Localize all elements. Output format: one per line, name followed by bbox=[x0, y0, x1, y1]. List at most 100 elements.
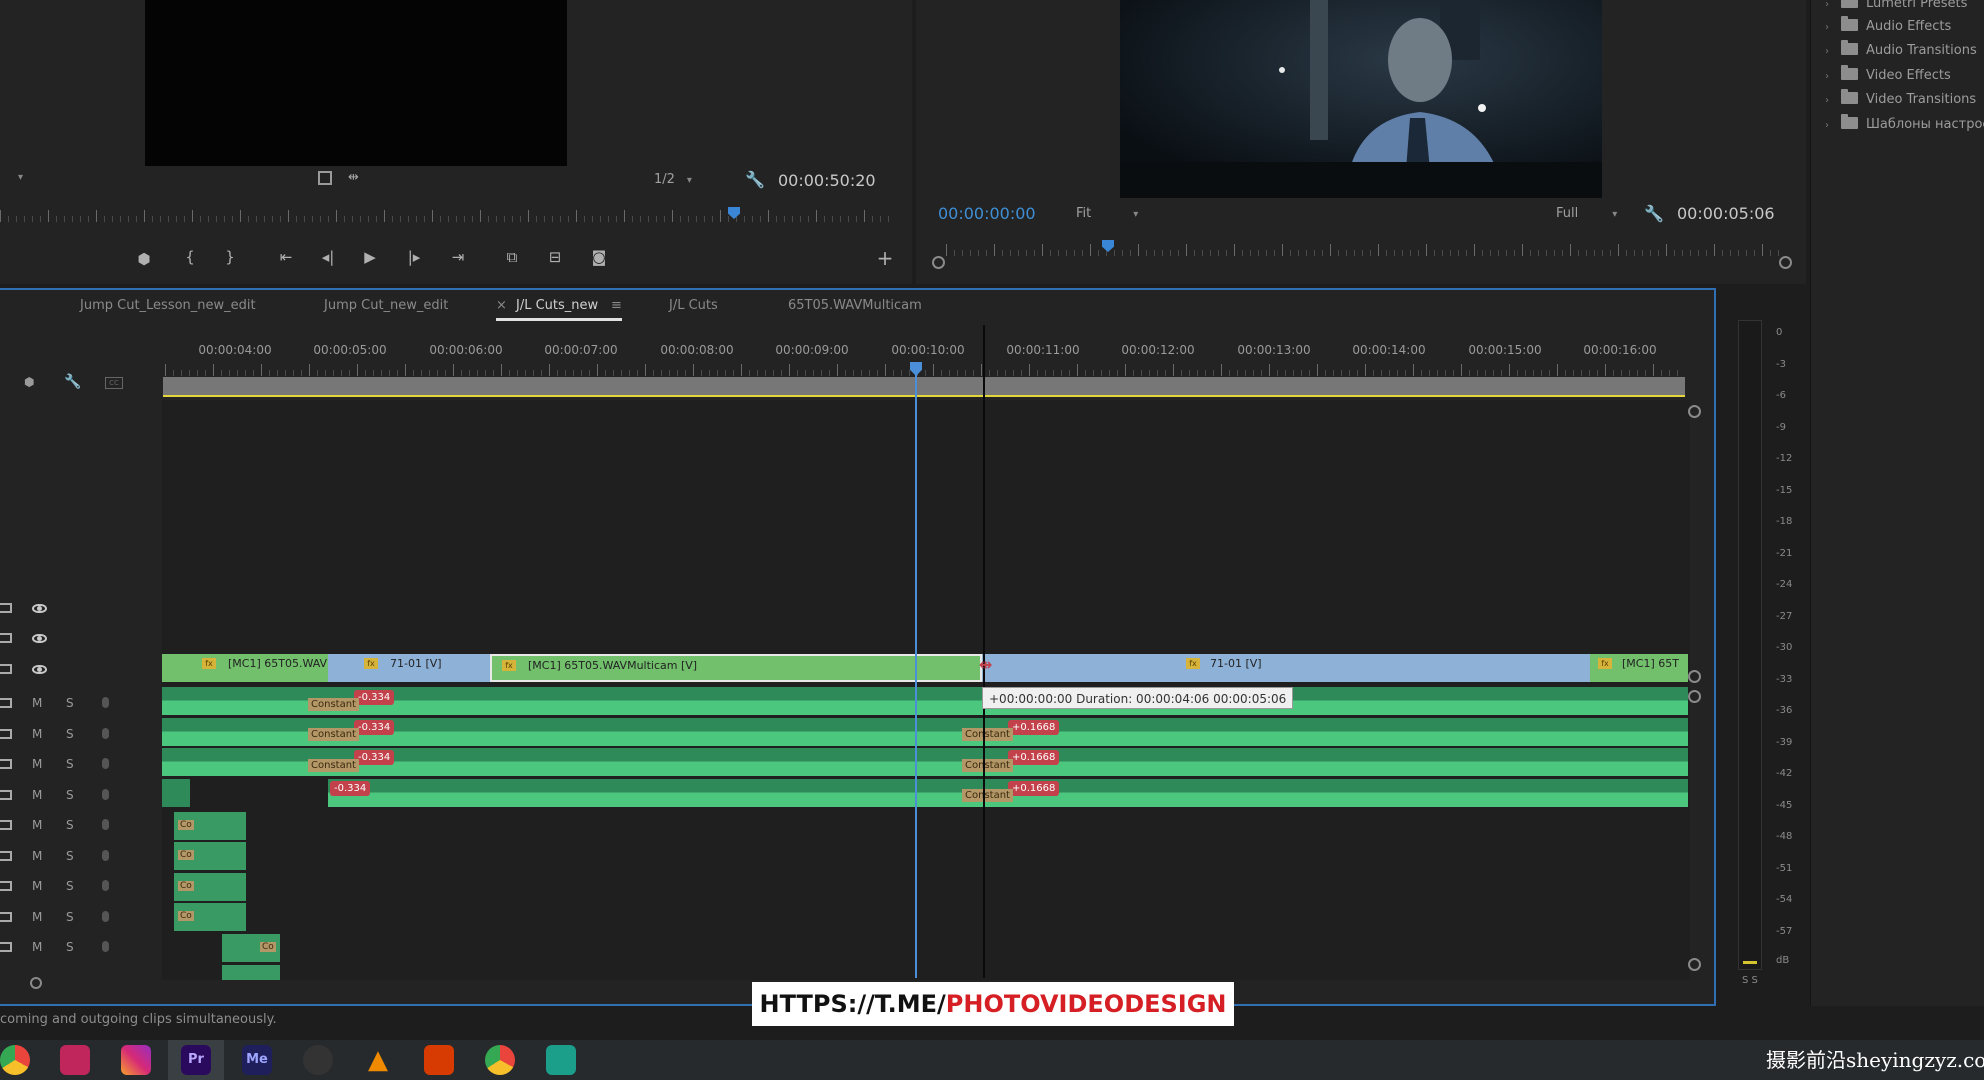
effects-item-presets-ru[interactable]: › Шаблоны настроек bbox=[1825, 114, 1984, 132]
work-area-bar[interactable] bbox=[163, 377, 1685, 395]
track-header-a4[interactable]: MS bbox=[0, 783, 162, 807]
mic-icon[interactable] bbox=[102, 819, 109, 830]
sync-lock-icon[interactable] bbox=[0, 729, 12, 739]
instagram-icon[interactable] bbox=[121, 1045, 151, 1075]
track-header-a3[interactable]: MS bbox=[0, 752, 162, 776]
mute-button[interactable]: M bbox=[32, 818, 42, 832]
speed-badge[interactable]: +0.1668 bbox=[1008, 720, 1060, 735]
effects-item-audio-transitions[interactable]: › Audio Transitions bbox=[1825, 40, 1977, 58]
timeline-playhead-line[interactable] bbox=[915, 362, 917, 978]
sync-lock-icon[interactable] bbox=[0, 912, 12, 922]
mute-button[interactable]: M bbox=[32, 940, 42, 954]
sync-lock-icon[interactable] bbox=[0, 603, 12, 613]
step-back-icon[interactable]: ◂| bbox=[316, 248, 340, 266]
tab-jl-cuts[interactable]: J/L Cuts bbox=[669, 298, 718, 313]
track-header-a5[interactable]: MS bbox=[0, 813, 162, 837]
add-marker-icon[interactable]: ⬢ bbox=[132, 250, 156, 268]
mic-icon[interactable] bbox=[102, 758, 109, 769]
track-area[interactable]: fx [MC1] 65T05.WAV fx 71-01 [V] fx [MC1] 65… bbox=[162, 400, 1690, 980]
video-clip-71-01-v-a[interactable]: fx 71-01 [V] bbox=[328, 654, 490, 682]
solo-button[interactable]: S bbox=[66, 940, 74, 954]
transition-constant-power[interactable]: Constant bbox=[962, 728, 1013, 741]
vlc-icon[interactable]: ▲ bbox=[363, 1045, 393, 1075]
speed-badge[interactable]: +0.1668 bbox=[1008, 781, 1060, 796]
tab-jump-cut-new-edit[interactable]: Jump Cut_new_edit bbox=[324, 298, 448, 313]
transition-constant-power[interactable]: Constant bbox=[962, 789, 1013, 802]
transition-constant-power[interactable]: Constant bbox=[308, 698, 359, 711]
solo-button[interactable]: S bbox=[66, 696, 74, 710]
speed-badge[interactable]: -0.334 bbox=[354, 690, 395, 705]
screen-recorder-icon[interactable] bbox=[546, 1045, 576, 1075]
add-marker-icon[interactable]: ⬢ bbox=[24, 375, 34, 389]
transition-constant-power[interactable]: Constant bbox=[962, 759, 1013, 772]
vertical-scroll-mid-handle[interactable] bbox=[1688, 670, 1701, 683]
eye-icon[interactable] bbox=[32, 665, 47, 674]
program-zoom-dropdown[interactable]: Fit ▾ bbox=[1076, 206, 1138, 221]
effects-item-audio-effects[interactable]: › Audio Effects bbox=[1825, 16, 1951, 34]
solo-button[interactable]: S bbox=[66, 727, 74, 741]
mute-button[interactable]: M bbox=[32, 910, 42, 924]
source-drag-audio-icon[interactable]: ⇹ bbox=[348, 170, 359, 185]
source-scale-dropdown[interactable]: 1/2 ▾ bbox=[654, 172, 692, 187]
sync-lock-icon[interactable] bbox=[0, 820, 12, 830]
source-dropdown-chevron[interactable]: ▾ bbox=[18, 172, 23, 183]
solo-button[interactable]: S bbox=[66, 788, 74, 802]
video-clip-71-01-v-b[interactable]: fx 71-01 [V] bbox=[982, 654, 1590, 682]
small-audio-clip[interactable]: Co bbox=[174, 812, 246, 840]
chrome-alt-icon[interactable] bbox=[485, 1045, 515, 1075]
mic-icon[interactable] bbox=[102, 941, 109, 952]
mic-icon[interactable] bbox=[102, 697, 109, 708]
mute-button[interactable]: M bbox=[32, 727, 42, 741]
overwrite-icon[interactable]: ⊟ bbox=[543, 248, 567, 266]
program-video-frame[interactable] bbox=[1120, 0, 1602, 198]
mute-button[interactable]: M bbox=[32, 879, 42, 893]
go-to-out-icon[interactable]: ⇥ bbox=[446, 248, 470, 266]
tab-jl-cuts-new[interactable]: J/L Cuts_new bbox=[516, 298, 598, 313]
small-audio-clip[interactable]: Co bbox=[222, 934, 280, 962]
mic-icon[interactable] bbox=[102, 728, 109, 739]
program-in-handle[interactable] bbox=[932, 256, 945, 269]
mic-icon[interactable] bbox=[102, 789, 109, 800]
mic-icon[interactable] bbox=[102, 850, 109, 861]
mic-icon[interactable] bbox=[102, 880, 109, 891]
source-timecode[interactable]: 00:00:50:20 bbox=[778, 171, 876, 190]
solo-button[interactable]: S bbox=[66, 849, 74, 863]
vertical-scroll-top-handle[interactable] bbox=[1688, 405, 1701, 418]
timeline-time-ruler[interactable] bbox=[165, 362, 1685, 376]
tab-65t05-wav-multicam[interactable]: 65T05.WAVMulticam bbox=[788, 298, 922, 313]
vertical-scroll-bottom-handle[interactable] bbox=[1688, 958, 1701, 971]
source-video-frame[interactable] bbox=[145, 0, 567, 166]
chrome-icon[interactable] bbox=[0, 1045, 30, 1075]
solo-button[interactable]: S bbox=[66, 879, 74, 893]
zoom-scroll-handle[interactable] bbox=[30, 977, 42, 989]
tab-jump-cut-lesson-new-edit[interactable]: Jump Cut_Lesson_new_edit bbox=[80, 298, 256, 313]
media-encoder-icon[interactable]: Me bbox=[242, 1045, 272, 1075]
sync-lock-icon[interactable] bbox=[0, 942, 12, 952]
step-forward-icon[interactable]: |▸ bbox=[402, 248, 426, 266]
solo-button[interactable]: S bbox=[66, 910, 74, 924]
video-clip-mc1-65t[interactable]: fx [MC1] 65T bbox=[1590, 654, 1688, 682]
mark-out-icon[interactable]: } bbox=[218, 248, 242, 266]
track-header-a6[interactable]: MS bbox=[0, 844, 162, 868]
office-icon[interactable] bbox=[424, 1045, 454, 1075]
export-frame-camera-icon[interactable]: ◙ bbox=[587, 248, 611, 266]
track-header-a7[interactable]: MS bbox=[0, 874, 162, 898]
mic-icon[interactable] bbox=[102, 911, 109, 922]
tab-menu-icon[interactable]: ≡ bbox=[611, 298, 622, 313]
captions-icon[interactable]: CC bbox=[105, 377, 123, 389]
go-to-in-icon[interactable]: ⇤ bbox=[274, 248, 298, 266]
track-header-v1[interactable] bbox=[0, 657, 162, 681]
program-out-handle[interactable] bbox=[1779, 256, 1792, 269]
source-safe-margins-icon[interactable] bbox=[318, 171, 332, 185]
effects-item-video-effects[interactable]: › Video Effects bbox=[1825, 65, 1951, 83]
mute-button[interactable]: M bbox=[32, 788, 42, 802]
mark-in-icon[interactable]: { bbox=[178, 248, 202, 266]
speed-badge[interactable]: -0.334 bbox=[354, 720, 395, 735]
track-header-a2[interactable]: MS bbox=[0, 722, 162, 746]
sync-lock-icon[interactable] bbox=[0, 881, 12, 891]
track-header-a1[interactable]: MS bbox=[0, 691, 162, 715]
sync-lock-icon[interactable] bbox=[0, 790, 12, 800]
vertical-scroll-mid-handle-2[interactable] bbox=[1688, 690, 1701, 703]
solo-button[interactable]: S bbox=[66, 757, 74, 771]
speed-badge[interactable]: -0.334 bbox=[354, 750, 395, 765]
